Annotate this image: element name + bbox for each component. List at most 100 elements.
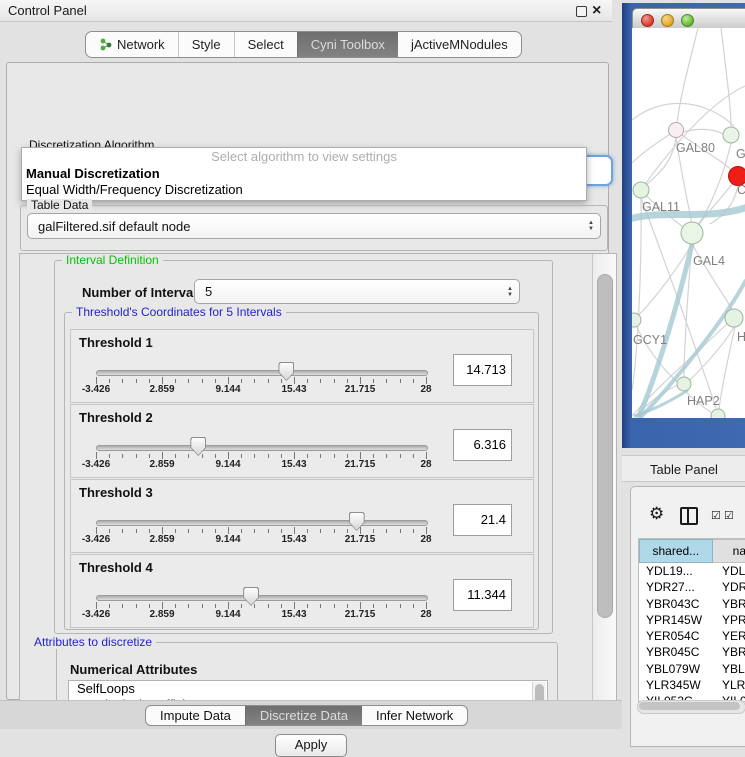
gear-icon[interactable]: ⚙ bbox=[649, 504, 664, 524]
axis-tick bbox=[281, 454, 282, 458]
table-cell[interactable]: YLR345W bbox=[639, 677, 715, 693]
number-of-intervals-combobox[interactable]: 5 ▲▼ bbox=[194, 279, 520, 304]
horizontal-scrollbar[interactable] bbox=[637, 700, 745, 714]
threshold-value-field[interactable]: 14.713 bbox=[453, 354, 512, 386]
table-cell[interactable]: YLR3 bbox=[715, 677, 745, 693]
table-row[interactable]: YBR045CYBR0 bbox=[639, 644, 745, 660]
threshold-panel: Threshold 1-3.4262.8599.14415.4321.71528… bbox=[70, 329, 534, 403]
slider-thumb[interactable] bbox=[349, 512, 365, 531]
columns-icon[interactable] bbox=[680, 507, 698, 525]
threshold-panel: Threshold 4-3.4262.8599.14415.4321.71528… bbox=[70, 554, 534, 628]
node-attribute-table[interactable]: shared...na YDL19...YDL1YDR27...YDR2YBR0… bbox=[638, 538, 745, 702]
slider-track[interactable] bbox=[96, 445, 428, 451]
table-row[interactable]: YPR145WYPR1 bbox=[639, 612, 745, 628]
network-node[interactable] bbox=[677, 377, 691, 391]
table-cell[interactable]: YBR0 bbox=[715, 596, 745, 612]
threshold-value-field[interactable]: 11.344 bbox=[453, 579, 512, 611]
table-header-row: shared...na bbox=[639, 539, 745, 563]
table-data-combobox[interactable]: galFiltered.sif default node ▲▼ bbox=[27, 213, 601, 239]
tab-network[interactable]: Network bbox=[86, 32, 178, 57]
tab-jactivemnodules[interactable]: jActiveMNodules bbox=[398, 32, 521, 57]
network-node[interactable] bbox=[725, 309, 743, 327]
algorithm-popup-hint: Select algorithm to view settings bbox=[22, 148, 586, 166]
table-cell[interactable]: YBR0 bbox=[715, 644, 745, 660]
table-cell[interactable]: YDR2 bbox=[715, 579, 745, 595]
mode-tab-impute-data[interactable]: Impute Data bbox=[146, 706, 245, 725]
axis-tick bbox=[109, 379, 110, 383]
axis-tick bbox=[281, 604, 282, 608]
mac-close-icon[interactable] bbox=[641, 14, 654, 27]
table-cell[interactable]: YDL1 bbox=[715, 563, 745, 579]
tab-style[interactable]: Style bbox=[178, 32, 234, 57]
network-node[interactable] bbox=[711, 409, 725, 418]
table-row[interactable]: YDL19...YDL1 bbox=[639, 563, 745, 579]
close-panel-icon[interactable]: × bbox=[592, 1, 617, 21]
vertical-scrollbar[interactable] bbox=[592, 254, 616, 724]
float-panel-icon[interactable] bbox=[576, 6, 587, 17]
axis-tick bbox=[307, 454, 308, 458]
slider-thumb[interactable] bbox=[243, 587, 259, 606]
slider-thumb[interactable] bbox=[190, 437, 206, 456]
cyni-toolbox-panel: Discretization Algorithm Select algorith… bbox=[6, 62, 609, 700]
table-column-header[interactable]: shared... bbox=[639, 539, 713, 563]
axis-tick bbox=[360, 527, 361, 534]
slider-track[interactable] bbox=[96, 595, 428, 601]
tab-cyni-toolbox[interactable]: Cyni Toolbox bbox=[297, 32, 398, 57]
table-row[interactable]: YBR043CYBR0 bbox=[639, 596, 745, 612]
table-cell[interactable]: YDL19... bbox=[639, 563, 715, 579]
network-window-frame[interactable]: GAL80GCGAL11GAL4GCY1HHAP2 bbox=[622, 3, 745, 448]
mode-tab-infer-network[interactable]: Infer Network bbox=[362, 706, 467, 725]
threshold-label: Threshold 1 bbox=[79, 335, 153, 350]
slider-track[interactable] bbox=[96, 520, 428, 526]
table-row[interactable]: YER054CYER0 bbox=[639, 628, 745, 644]
combo-spinner-icon[interactable]: ▲▼ bbox=[582, 220, 600, 232]
axis-tick bbox=[162, 377, 163, 384]
table-data-value: galFiltered.sif default node bbox=[28, 219, 582, 234]
table-cell[interactable]: YBR043C bbox=[639, 596, 715, 612]
network-node[interactable] bbox=[633, 182, 649, 198]
table-cell[interactable]: YBR045C bbox=[639, 644, 715, 660]
table-cell[interactable]: YPR1 bbox=[715, 612, 745, 628]
checkbox-icon[interactable]: ☑ bbox=[711, 509, 721, 522]
network-node[interactable] bbox=[681, 222, 703, 244]
table-cell[interactable]: YBL0 bbox=[715, 661, 745, 677]
table-cell[interactable]: YDR27... bbox=[639, 579, 715, 595]
threshold-value-field[interactable]: 21.4 bbox=[453, 504, 512, 536]
table-cell[interactable]: YPR145W bbox=[639, 612, 715, 628]
table-column-header[interactable]: na bbox=[713, 539, 745, 563]
horizontal-scrollbar-thumb[interactable] bbox=[639, 702, 740, 710]
network-view-canvas[interactable]: GAL80GCGAL11GAL4GCY1HHAP2 bbox=[632, 28, 745, 418]
table-cell[interactable]: YER054C bbox=[639, 628, 715, 644]
mac-minimize-icon[interactable] bbox=[661, 14, 674, 27]
tab-select[interactable]: Select bbox=[234, 32, 297, 57]
axis-tick bbox=[373, 604, 374, 608]
apply-button[interactable]: Apply bbox=[275, 734, 347, 757]
network-icon bbox=[99, 38, 112, 51]
slider-track[interactable] bbox=[96, 370, 428, 376]
axis-tick bbox=[413, 379, 414, 383]
checkbox-icon[interactable]: ☑ bbox=[724, 509, 734, 522]
network-node[interactable] bbox=[723, 127, 739, 143]
attribute-list-item[interactable]: SelfLoops bbox=[69, 681, 547, 697]
threshold-value-field[interactable]: 6.316 bbox=[453, 429, 512, 461]
axis-tick bbox=[241, 454, 242, 458]
mac-zoom-icon[interactable] bbox=[681, 14, 694, 27]
table-row[interactable]: YLR345WYLR3 bbox=[639, 677, 745, 693]
network-node[interactable] bbox=[669, 123, 684, 138]
table-cell[interactable]: YBL079W bbox=[639, 661, 715, 677]
axis-tick bbox=[426, 452, 427, 459]
mode-tab-discretize-data[interactable]: Discretize Data bbox=[245, 706, 362, 725]
axis-tick-label: 9.144 bbox=[215, 534, 240, 545]
table-row[interactable]: YDR27...YDR2 bbox=[639, 579, 745, 595]
table-row[interactable]: YBL079WYBL0 bbox=[639, 661, 745, 677]
combo-spinner-icon[interactable]: ▲▼ bbox=[501, 286, 519, 298]
algorithm-option[interactable]: Equal Width/Frequency Discretization bbox=[22, 182, 586, 198]
axis-tick bbox=[294, 377, 295, 384]
axis-tick bbox=[149, 379, 150, 383]
table-panel-title: Table Panel bbox=[650, 462, 718, 477]
network-node[interactable] bbox=[632, 313, 641, 327]
network-window-titlebar[interactable] bbox=[632, 8, 745, 29]
vertical-scrollbar-thumb[interactable] bbox=[597, 274, 613, 618]
table-cell[interactable]: YER0 bbox=[715, 628, 745, 644]
algorithm-option[interactable]: Manual Discretization bbox=[22, 166, 586, 182]
